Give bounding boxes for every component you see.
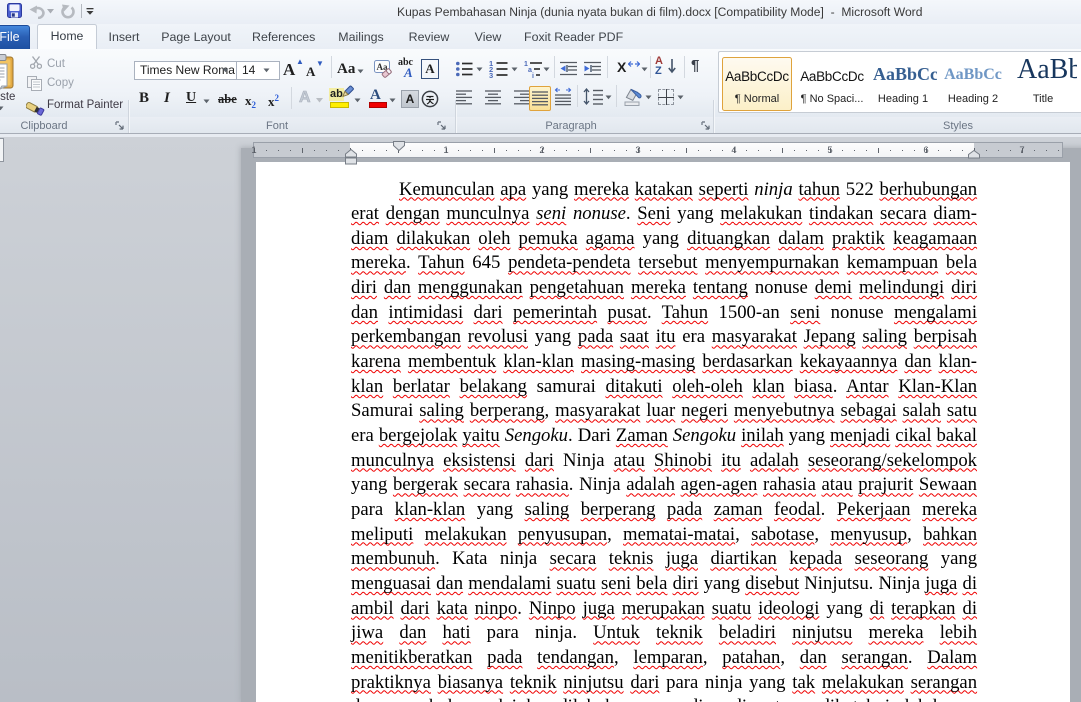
svg-text:3: 3 bbox=[489, 71, 493, 78]
svg-text:i: i bbox=[532, 73, 534, 78]
